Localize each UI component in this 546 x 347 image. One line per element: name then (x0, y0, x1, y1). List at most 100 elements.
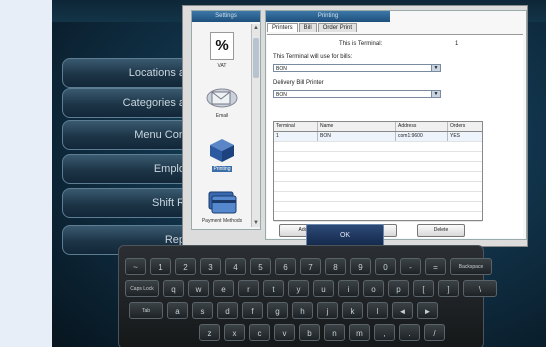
key[interactable]: 4 (225, 258, 246, 275)
tab-printers[interactable]: Printers (267, 23, 298, 32)
delivery-printer-value: BON (276, 92, 287, 98)
key[interactable]: - (400, 258, 421, 275)
key[interactable]: 9 (350, 258, 371, 275)
nav-locations-button[interactable]: Locations a (62, 58, 192, 88)
key[interactable]: . (399, 324, 420, 341)
nav-employees-button[interactable]: Emplo (62, 154, 192, 184)
key[interactable]: [ (413, 280, 434, 297)
arrow-right-icon[interactable]: ► (417, 302, 438, 319)
key[interactable]: p (388, 280, 409, 297)
settings-item-label: Email (215, 112, 229, 119)
nav-label: Categories a (122, 97, 185, 109)
scroll-up-icon[interactable]: ▲ (252, 24, 260, 32)
settings-item-email[interactable]: Email (194, 76, 250, 128)
key[interactable]: q (163, 280, 184, 297)
tab-key[interactable]: Tab (129, 302, 163, 319)
nav-label: Locations a (128, 67, 185, 79)
key[interactable]: a (167, 302, 188, 319)
key[interactable]: b (299, 324, 320, 341)
column-header: Orders (450, 123, 466, 129)
key[interactable]: , (374, 324, 395, 341)
key[interactable]: i (338, 280, 359, 297)
key[interactable]: = (425, 258, 446, 275)
key[interactable]: d (217, 302, 238, 319)
scroll-down-icon[interactable]: ▼ (252, 219, 260, 227)
settings-title: Settings (192, 11, 260, 22)
key[interactable]: 7 (300, 258, 321, 275)
key[interactable]: n (324, 324, 345, 341)
table-row (274, 162, 482, 172)
printing-title: Printing (266, 11, 390, 22)
key[interactable]: 0 (375, 258, 396, 275)
arrow-left-icon[interactable]: ◄ (392, 302, 413, 319)
key[interactable]: h (292, 302, 313, 319)
nav-shift-button[interactable]: Shift R (62, 188, 192, 218)
settings-item-label: VAT (217, 62, 227, 69)
printers-tab-content: This is Terminal: 1 This Terminal will u… (267, 34, 523, 238)
nav-label: Emplo (153, 163, 185, 175)
caps-lock-key[interactable]: Caps Lock (125, 280, 159, 297)
nav-categories-button[interactable]: Categories a (62, 88, 192, 118)
percent-icon: % (210, 31, 234, 60)
key[interactable]: 8 (325, 258, 346, 275)
table-cell: com1:9600 (396, 132, 448, 141)
table-row (274, 172, 482, 182)
key[interactable]: w (188, 280, 209, 297)
key[interactable]: o (363, 280, 384, 297)
settings-dialog: Settings % VAT Email Printing Payment Me… (182, 5, 528, 247)
key[interactable]: x (224, 324, 245, 341)
printers-table: Terminal Name Address Orders 1 BON com1:… (273, 121, 483, 222)
on-screen-keyboard: ~ 1 2 3 4 5 6 7 8 9 0 - = Backspace Caps… (118, 245, 497, 347)
settings-scrollbar[interactable]: ▲ ▼ (251, 24, 260, 227)
key[interactable]: 3 (200, 258, 221, 275)
terminal-value: 1 (455, 41, 459, 47)
key[interactable]: r (238, 280, 259, 297)
key[interactable]: 5 (250, 258, 271, 275)
key[interactable]: s (192, 302, 213, 319)
settings-item-vat[interactable]: % VAT (194, 24, 250, 76)
pos-background: Locations a Categories a Menu Con Emplo … (52, 0, 546, 347)
key[interactable]: c (249, 324, 270, 341)
tab-order-print[interactable]: Order Print (317, 23, 358, 32)
backslash-key[interactable]: \ (463, 280, 497, 297)
chevron-down-icon: ▼ (431, 91, 440, 97)
key[interactable]: g (267, 302, 288, 319)
key[interactable]: 1 (150, 258, 171, 275)
key[interactable]: j (317, 302, 338, 319)
bill-printer-select[interactable]: BON ▼ (273, 64, 441, 72)
keyboard-row-qwerty: Caps Lock q w e r t y u i o p [ ] \ (125, 280, 497, 297)
key[interactable]: 6 (275, 258, 296, 275)
key[interactable]: e (213, 280, 234, 297)
delete-printer-button[interactable]: Delete (417, 224, 465, 237)
payment-icon (208, 191, 237, 213)
key[interactable]: f (242, 302, 263, 319)
key[interactable]: l (367, 302, 388, 319)
key[interactable]: v (274, 324, 295, 341)
key[interactable]: y (288, 280, 309, 297)
nav-menu-config-button[interactable]: Menu Con (62, 120, 192, 150)
nav-label: Shift R (151, 197, 185, 209)
key[interactable]: 2 (175, 258, 196, 275)
column-header: Terminal (274, 122, 318, 131)
tab-bill[interactable]: Bill (298, 23, 317, 32)
key[interactable]: z (199, 324, 220, 341)
ok-button[interactable]: OK (306, 224, 384, 247)
key[interactable]: k (342, 302, 363, 319)
settings-item-payment[interactable]: Payment Methods (194, 180, 250, 227)
key[interactable]: ~ (125, 258, 146, 275)
key[interactable]: / (424, 324, 445, 341)
key[interactable]: u (313, 280, 334, 297)
table-row[interactable]: 1 BON com1:9600 YES (274, 132, 482, 142)
delivery-printer-select[interactable]: BON ▼ (273, 90, 441, 98)
scroll-thumb[interactable] (253, 38, 259, 78)
key[interactable]: m (349, 324, 370, 341)
backspace-key[interactable]: Backspace (450, 258, 492, 275)
bill-printer-label: This Terminal will use for bills: (273, 54, 353, 60)
terminal-label: This is Terminal: (339, 41, 383, 47)
table-row (274, 202, 482, 212)
table-header: Terminal Name Address Orders (274, 122, 482, 132)
table-row (274, 192, 482, 202)
key[interactable]: t (263, 280, 284, 297)
key[interactable]: ] (438, 280, 459, 297)
settings-item-printing[interactable]: Printing (194, 128, 250, 180)
